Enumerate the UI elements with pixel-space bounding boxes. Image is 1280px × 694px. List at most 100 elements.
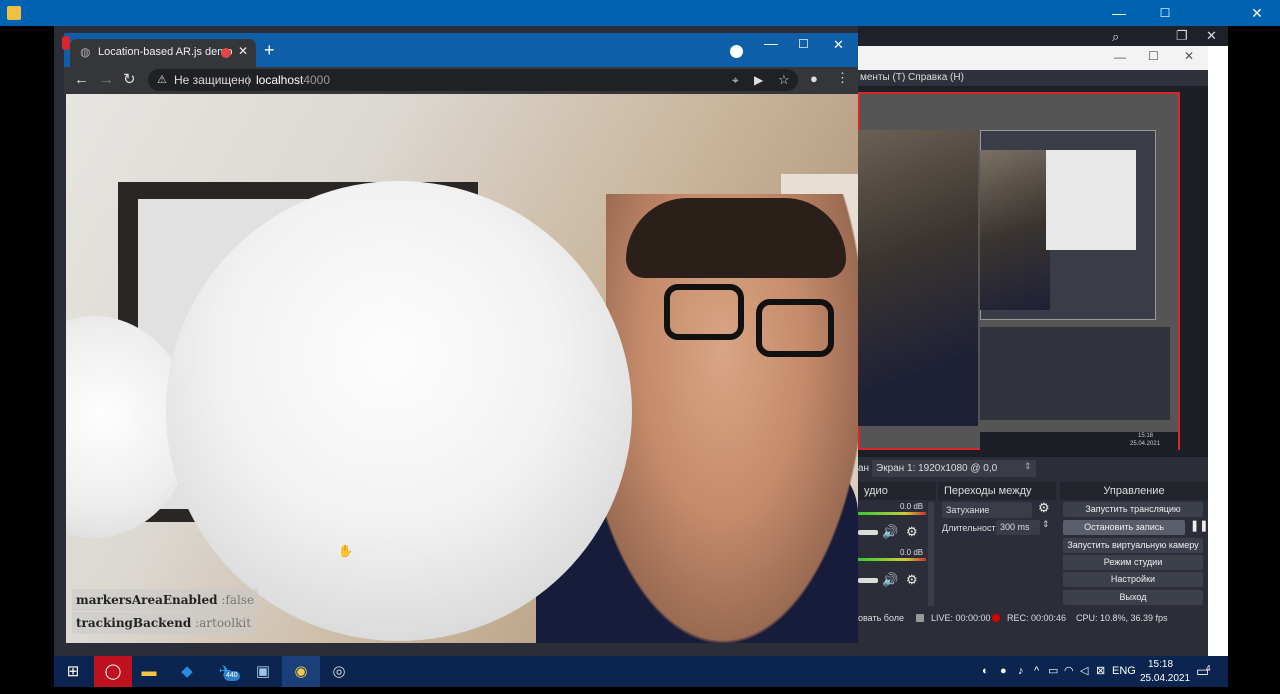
markers-value: :false bbox=[221, 593, 255, 607]
close-icon[interactable]: ✕ bbox=[1206, 28, 1217, 44]
ar-debug-tracking: trackingBackend :artoolkit bbox=[72, 612, 256, 634]
tab-location-ar-demo[interactable]: ◍ Location-based AR.js demo ✕ bbox=[70, 39, 256, 67]
audio-slider-2[interactable] bbox=[858, 578, 878, 583]
duration-label: Длительность bbox=[942, 523, 1001, 533]
studio-mode-button[interactable]: Режим студии bbox=[1063, 555, 1203, 570]
tray-app-icon[interactable]: ● bbox=[1000, 656, 1007, 687]
clock-date[interactable]: 25.04.2021 bbox=[1140, 663, 1190, 694]
person-hair bbox=[626, 198, 846, 278]
tab-close-icon[interactable]: ✕ bbox=[238, 44, 248, 58]
address-bar[interactable]: ⚠ Не защищено | localhost :4000 ⌖ ▶ ☆ bbox=[148, 69, 798, 91]
telegram-icon[interactable]: ✈ 440 bbox=[206, 656, 244, 687]
speaker-icon[interactable]: 🔊 bbox=[882, 524, 898, 540]
file-explorer-icon[interactable]: ▬ bbox=[130, 656, 168, 687]
gear-icon[interactable]: ⚙ bbox=[906, 524, 918, 540]
updown-icon[interactable]: ⇕ bbox=[1024, 461, 1032, 472]
menu-icon[interactable]: ⋮ bbox=[836, 70, 849, 86]
transition-select[interactable]: Затухание bbox=[942, 502, 1032, 518]
outer-maximize-button[interactable]: ☐ bbox=[1142, 0, 1188, 26]
markers-key: markersAreaEnabled bbox=[76, 593, 218, 607]
scene-source-label: Экран 1: 1920x1080 @ 0,0 bbox=[876, 463, 998, 474]
wifi-icon[interactable]: ◠ bbox=[1064, 656, 1074, 687]
windows-taskbar: ⊞ ◯ ▬ ◆ ✈ 440 ▣ ◉ ◎ ◐ ● ♪ ^ ▭ ◠ ◁ ⊠ ENG … bbox=[54, 656, 1228, 687]
reload-icon[interactable]: ↻ bbox=[123, 70, 136, 88]
url-divider: | bbox=[247, 73, 251, 87]
speaker-icon[interactable]: 🔊 bbox=[882, 572, 898, 588]
controls-panel-title: Управление bbox=[1060, 482, 1208, 500]
star-icon[interactable]: ☆ bbox=[778, 69, 790, 91]
mini-date: 25.04.2021 bbox=[1130, 441, 1161, 447]
minimize-icon[interactable]: — bbox=[1114, 50, 1126, 64]
pause-icon[interactable]: ❚❚ bbox=[1190, 519, 1208, 532]
ar-debug-markers: markersAreaEnabled :false bbox=[72, 589, 259, 611]
show-hidden-icons[interactable]: ^ bbox=[1034, 656, 1039, 687]
minimize-icon[interactable]: — bbox=[764, 35, 778, 51]
outer-bottom-right bbox=[1228, 656, 1280, 687]
camera-icon[interactable]: ▶ bbox=[754, 69, 763, 91]
antivirus-icon[interactable]: ◐ bbox=[982, 656, 989, 687]
outer-minimize-button[interactable]: — bbox=[1096, 0, 1142, 26]
stop-recording-button[interactable]: Остановить запись bbox=[1063, 520, 1185, 535]
remote-app-icon bbox=[7, 6, 21, 20]
obs-transitions-panel: Переходы между сце... Затухание ⚙ Длител… bbox=[938, 482, 1056, 608]
url-port: :4000 bbox=[300, 73, 331, 87]
stepper-icon[interactable]: ⇕ bbox=[1042, 519, 1050, 530]
audio-meter-1 bbox=[858, 512, 926, 515]
start-stream-button[interactable]: Запустить трансляцию bbox=[1063, 502, 1203, 517]
vscode-icon[interactable]: ◆ bbox=[168, 656, 206, 687]
audio-slider-1[interactable] bbox=[858, 530, 878, 535]
obs-titlebar: ⌕ ❐ ✕ bbox=[858, 26, 1228, 46]
forward-icon[interactable]: → bbox=[99, 71, 114, 88]
maximize-icon[interactable]: ☐ bbox=[798, 37, 809, 51]
outer-right-border bbox=[1228, 26, 1280, 656]
globe-icon: ◍ bbox=[80, 45, 91, 59]
notification-count: 4 bbox=[1206, 664, 1211, 673]
transitions-panel-title: Переходы между сце... bbox=[938, 482, 1056, 515]
outer-close-button[interactable]: ✕ bbox=[1234, 0, 1280, 26]
back-icon[interactable]: ← bbox=[74, 71, 89, 88]
glasses-left-lens bbox=[664, 284, 744, 340]
language-extra-icon[interactable]: ⊠ bbox=[1096, 656, 1105, 687]
obs-menubar[interactable]: менты (T) Справка (H) bbox=[858, 70, 1208, 86]
duration-input[interactable]: 300 ms bbox=[996, 520, 1040, 535]
microphone-icon[interactable]: ♪ bbox=[1018, 656, 1024, 687]
outer-bottom-left bbox=[0, 656, 54, 687]
language-indicator[interactable]: ENG bbox=[1112, 656, 1136, 687]
maximize-icon[interactable]: ☐ bbox=[1148, 49, 1159, 63]
start-virtual-camera-button[interactable]: Запустить виртуальную камеру bbox=[1063, 538, 1203, 553]
live-indicator-icon bbox=[916, 614, 924, 622]
search-icon[interactable]: ⌕ bbox=[1112, 29, 1119, 45]
scene-source-select[interactable]: Экран 1: 1920x1080 @ 0,0 bbox=[872, 460, 1036, 477]
restore-icon[interactable]: ❐ bbox=[1176, 28, 1188, 44]
url-host: localhost bbox=[256, 73, 304, 87]
mini-webcam-preview-2 bbox=[980, 150, 1050, 310]
gear-icon[interactable]: ⚙ bbox=[906, 572, 918, 588]
profile-sync-icon[interactable] bbox=[730, 45, 743, 58]
new-tab-button[interactable]: + bbox=[264, 40, 275, 61]
rec-indicator-icon bbox=[992, 614, 1000, 622]
close-icon[interactable]: ✕ bbox=[833, 37, 844, 53]
gear-icon[interactable]: ⚙ bbox=[1038, 500, 1050, 516]
settings-button[interactable]: Настройки bbox=[1063, 572, 1203, 587]
exit-button[interactable]: Выход bbox=[1063, 590, 1203, 605]
obs-menu-text[interactable]: менты (T) Справка (H) bbox=[858, 72, 964, 83]
account-icon[interactable]: ● bbox=[810, 71, 818, 86]
telegram-badge: 440 bbox=[224, 671, 240, 681]
remote-viewer-icon[interactable]: ▣ bbox=[244, 656, 282, 687]
ar-sphere-large bbox=[166, 181, 632, 641]
ar-camera-viewport[interactable]: ✋ markersAreaEnabled :false trackingBack… bbox=[66, 94, 858, 643]
warning-icon[interactable]: ⚠ bbox=[157, 69, 167, 91]
chrome-icon[interactable]: ◉ bbox=[282, 656, 320, 687]
obs-icon[interactable]: ◎ bbox=[320, 656, 358, 687]
hand-cursor-icon: ✋ bbox=[338, 544, 353, 558]
opera-icon[interactable]: ◯ bbox=[94, 656, 132, 687]
opera-edge-icon bbox=[62, 36, 70, 50]
start-button[interactable]: ⊞ bbox=[54, 656, 92, 687]
volume-icon[interactable]: ◁ bbox=[1080, 656, 1088, 687]
live-status: LIVE: 00:00:00 bbox=[931, 613, 991, 623]
location-icon[interactable]: ⌖ bbox=[732, 69, 739, 91]
battery-icon[interactable]: ▭ bbox=[1048, 656, 1058, 687]
mini-time: 15:18 bbox=[1138, 433, 1154, 439]
audio-scrollbar[interactable] bbox=[928, 502, 934, 606]
close-icon[interactable]: ✕ bbox=[1184, 49, 1194, 63]
